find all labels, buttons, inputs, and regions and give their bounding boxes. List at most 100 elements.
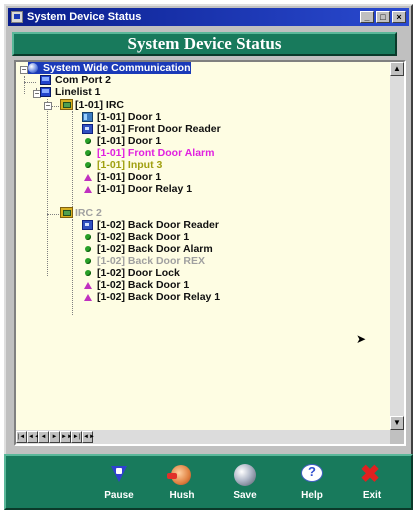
tree-connector — [24, 82, 36, 83]
tree-connector — [72, 219, 73, 315]
tree-node-label: [1-01] Input 3 — [97, 159, 163, 171]
hush-label: Hush — [169, 490, 195, 501]
door-icon — [82, 112, 93, 122]
tree-node-label: [1-01] IRC — [75, 99, 125, 111]
reader-icon — [82, 124, 93, 134]
tree-node[interactable]: [1-01] Front Door Alarm — [82, 147, 214, 159]
exit-button[interactable]: Exit — [354, 462, 390, 504]
save-icon — [227, 462, 263, 488]
status-dot-icon — [82, 136, 93, 146]
tree-node[interactable]: Com Port 2 — [40, 74, 111, 86]
tree-connector — [24, 76, 25, 94]
nav-prev-button[interactable]: ◄ — [38, 431, 49, 443]
collapse-toggle[interactable]: − — [20, 66, 28, 74]
relay-icon — [82, 184, 93, 194]
monitor-icon — [40, 75, 51, 85]
status-dot-icon — [82, 268, 93, 278]
tree-node-label: [1-01] Front Door Reader — [97, 123, 221, 135]
device-tree-panel: − System Wide Communication Com Port 2 −… — [14, 60, 406, 446]
tree-node-label: [1-01] Front Door Alarm — [97, 147, 215, 159]
window-title: System Device Status — [27, 11, 142, 23]
pause-icon — [101, 462, 137, 488]
tree-node[interactable]: [1-02] Door Lock — [82, 267, 180, 279]
minimize-button[interactable]: _ — [360, 11, 374, 23]
tree-connector — [47, 99, 48, 276]
pause-button[interactable]: Pause — [101, 462, 137, 504]
tree-node-label: [1-02] Back Door REX — [97, 255, 205, 267]
exit-icon — [354, 462, 390, 488]
scroll-down-button[interactable]: ▼ — [390, 416, 404, 430]
tree-root[interactable]: System Wide Communication — [28, 62, 191, 74]
tree-node-label: [1-02] Back Door 1 — [97, 231, 190, 243]
bottom-toolbar: Pause Hush Save Help Exit — [4, 454, 413, 510]
nav-page-back-button[interactable]: ◄◄ — [27, 431, 40, 443]
folder-icon — [60, 99, 73, 110]
app-icon — [11, 11, 23, 23]
nav-first-button[interactable]: |◄ — [16, 431, 27, 443]
tree-root-label: System Wide Communication — [43, 62, 191, 74]
tree-node[interactable]: [1-01] Door 1 — [82, 135, 161, 147]
status-dot-icon — [82, 244, 93, 254]
tree-node[interactable]: [1-01] Input 3 — [82, 159, 162, 171]
relay-icon — [82, 172, 93, 182]
relay-icon — [82, 280, 93, 290]
tree-node[interactable]: [1-01] Door 1 — [82, 111, 161, 123]
tree-node[interactable]: [1-02] Back Door 1 — [82, 279, 189, 291]
reader-icon — [82, 220, 93, 230]
mouse-cursor-icon: ➤ — [356, 332, 367, 346]
tree-node[interactable]: IRC 2 — [60, 207, 102, 219]
help-button[interactable]: Help — [294, 462, 330, 504]
save-label: Save — [233, 490, 257, 501]
record-navigation-bar: |◄ ◄◄ ◄ ► ►► ►| ◄► — [16, 430, 390, 444]
nav-buttons: |◄ ◄◄ ◄ ► ►► ►| ◄► — [16, 431, 95, 443]
tree-node[interactable]: [1-01] Front Door Reader — [82, 123, 221, 135]
help-icon — [294, 462, 330, 488]
relay-icon — [82, 292, 93, 302]
tree-node-label: [1-02] Back Door Alarm — [97, 243, 213, 255]
tree-node-label: Com Port 2 — [55, 74, 112, 86]
monitor-icon — [40, 87, 51, 97]
globe-icon — [28, 63, 38, 73]
scrollbar-corner — [390, 430, 404, 444]
tree-node[interactable]: Linelist 1 — [40, 86, 101, 98]
collapse-toggle[interactable]: − — [44, 102, 52, 110]
hush-button[interactable]: Hush — [164, 462, 200, 504]
tree-connector — [47, 214, 59, 215]
maximize-button[interactable]: □ — [376, 11, 390, 23]
tree-node-label: IRC 2 — [75, 207, 102, 219]
tree-node[interactable]: [1-02] Back Door 1 — [82, 231, 189, 243]
help-label: Help — [301, 490, 323, 501]
title-bar[interactable]: System Device Status _ □ × — [8, 8, 409, 26]
tree-node[interactable]: [1-02] Back Door Relay 1 — [82, 291, 220, 303]
tree-node[interactable]: [1-01] IRC — [60, 99, 124, 111]
vertical-scrollbar[interactable]: ▲ ▼ — [390, 62, 404, 430]
tree-connector — [72, 111, 73, 207]
tree-node-label: [1-02] Door Lock — [97, 267, 180, 279]
tree-node[interactable]: [1-01] Door 1 — [82, 171, 161, 183]
close-button[interactable]: × — [392, 11, 406, 23]
status-dot-icon — [82, 148, 93, 158]
tree-node[interactable]: [1-02] Back Door REX — [82, 255, 205, 267]
save-button[interactable]: Save — [227, 462, 263, 504]
scroll-up-button[interactable]: ▲ — [390, 62, 404, 76]
status-dot-icon — [82, 232, 93, 242]
tree-node-label: Linelist 1 — [55, 86, 101, 98]
page-title: System Device Status — [12, 32, 397, 56]
hush-icon — [164, 462, 200, 488]
nav-next-button[interactable]: ► — [49, 431, 60, 443]
tree-node[interactable]: [1-02] Back Door Alarm — [82, 243, 213, 255]
tree-node[interactable]: [1-02] Back Door Reader — [82, 219, 219, 231]
status-dot-icon — [82, 256, 93, 266]
nav-last-button[interactable]: ►| — [71, 431, 82, 443]
nav-refresh-button[interactable]: ◄► — [82, 431, 95, 443]
nav-page-forward-button[interactable]: ►► — [60, 431, 73, 443]
tree-node[interactable]: [1-01] Door Relay 1 — [82, 183, 192, 195]
exit-label: Exit — [362, 490, 382, 501]
tree-node-label: [1-02] Back Door Relay 1 — [97, 291, 221, 303]
device-tree: − System Wide Communication Com Port 2 −… — [16, 62, 390, 430]
tree-node-label: [1-01] Door 1 — [97, 111, 162, 123]
status-dot-icon — [82, 160, 93, 170]
tree-node-label: [1-02] Back Door 1 — [97, 279, 190, 291]
pause-label: Pause — [104, 490, 134, 501]
tree-node-label: [1-02] Back Door Reader — [97, 219, 219, 231]
